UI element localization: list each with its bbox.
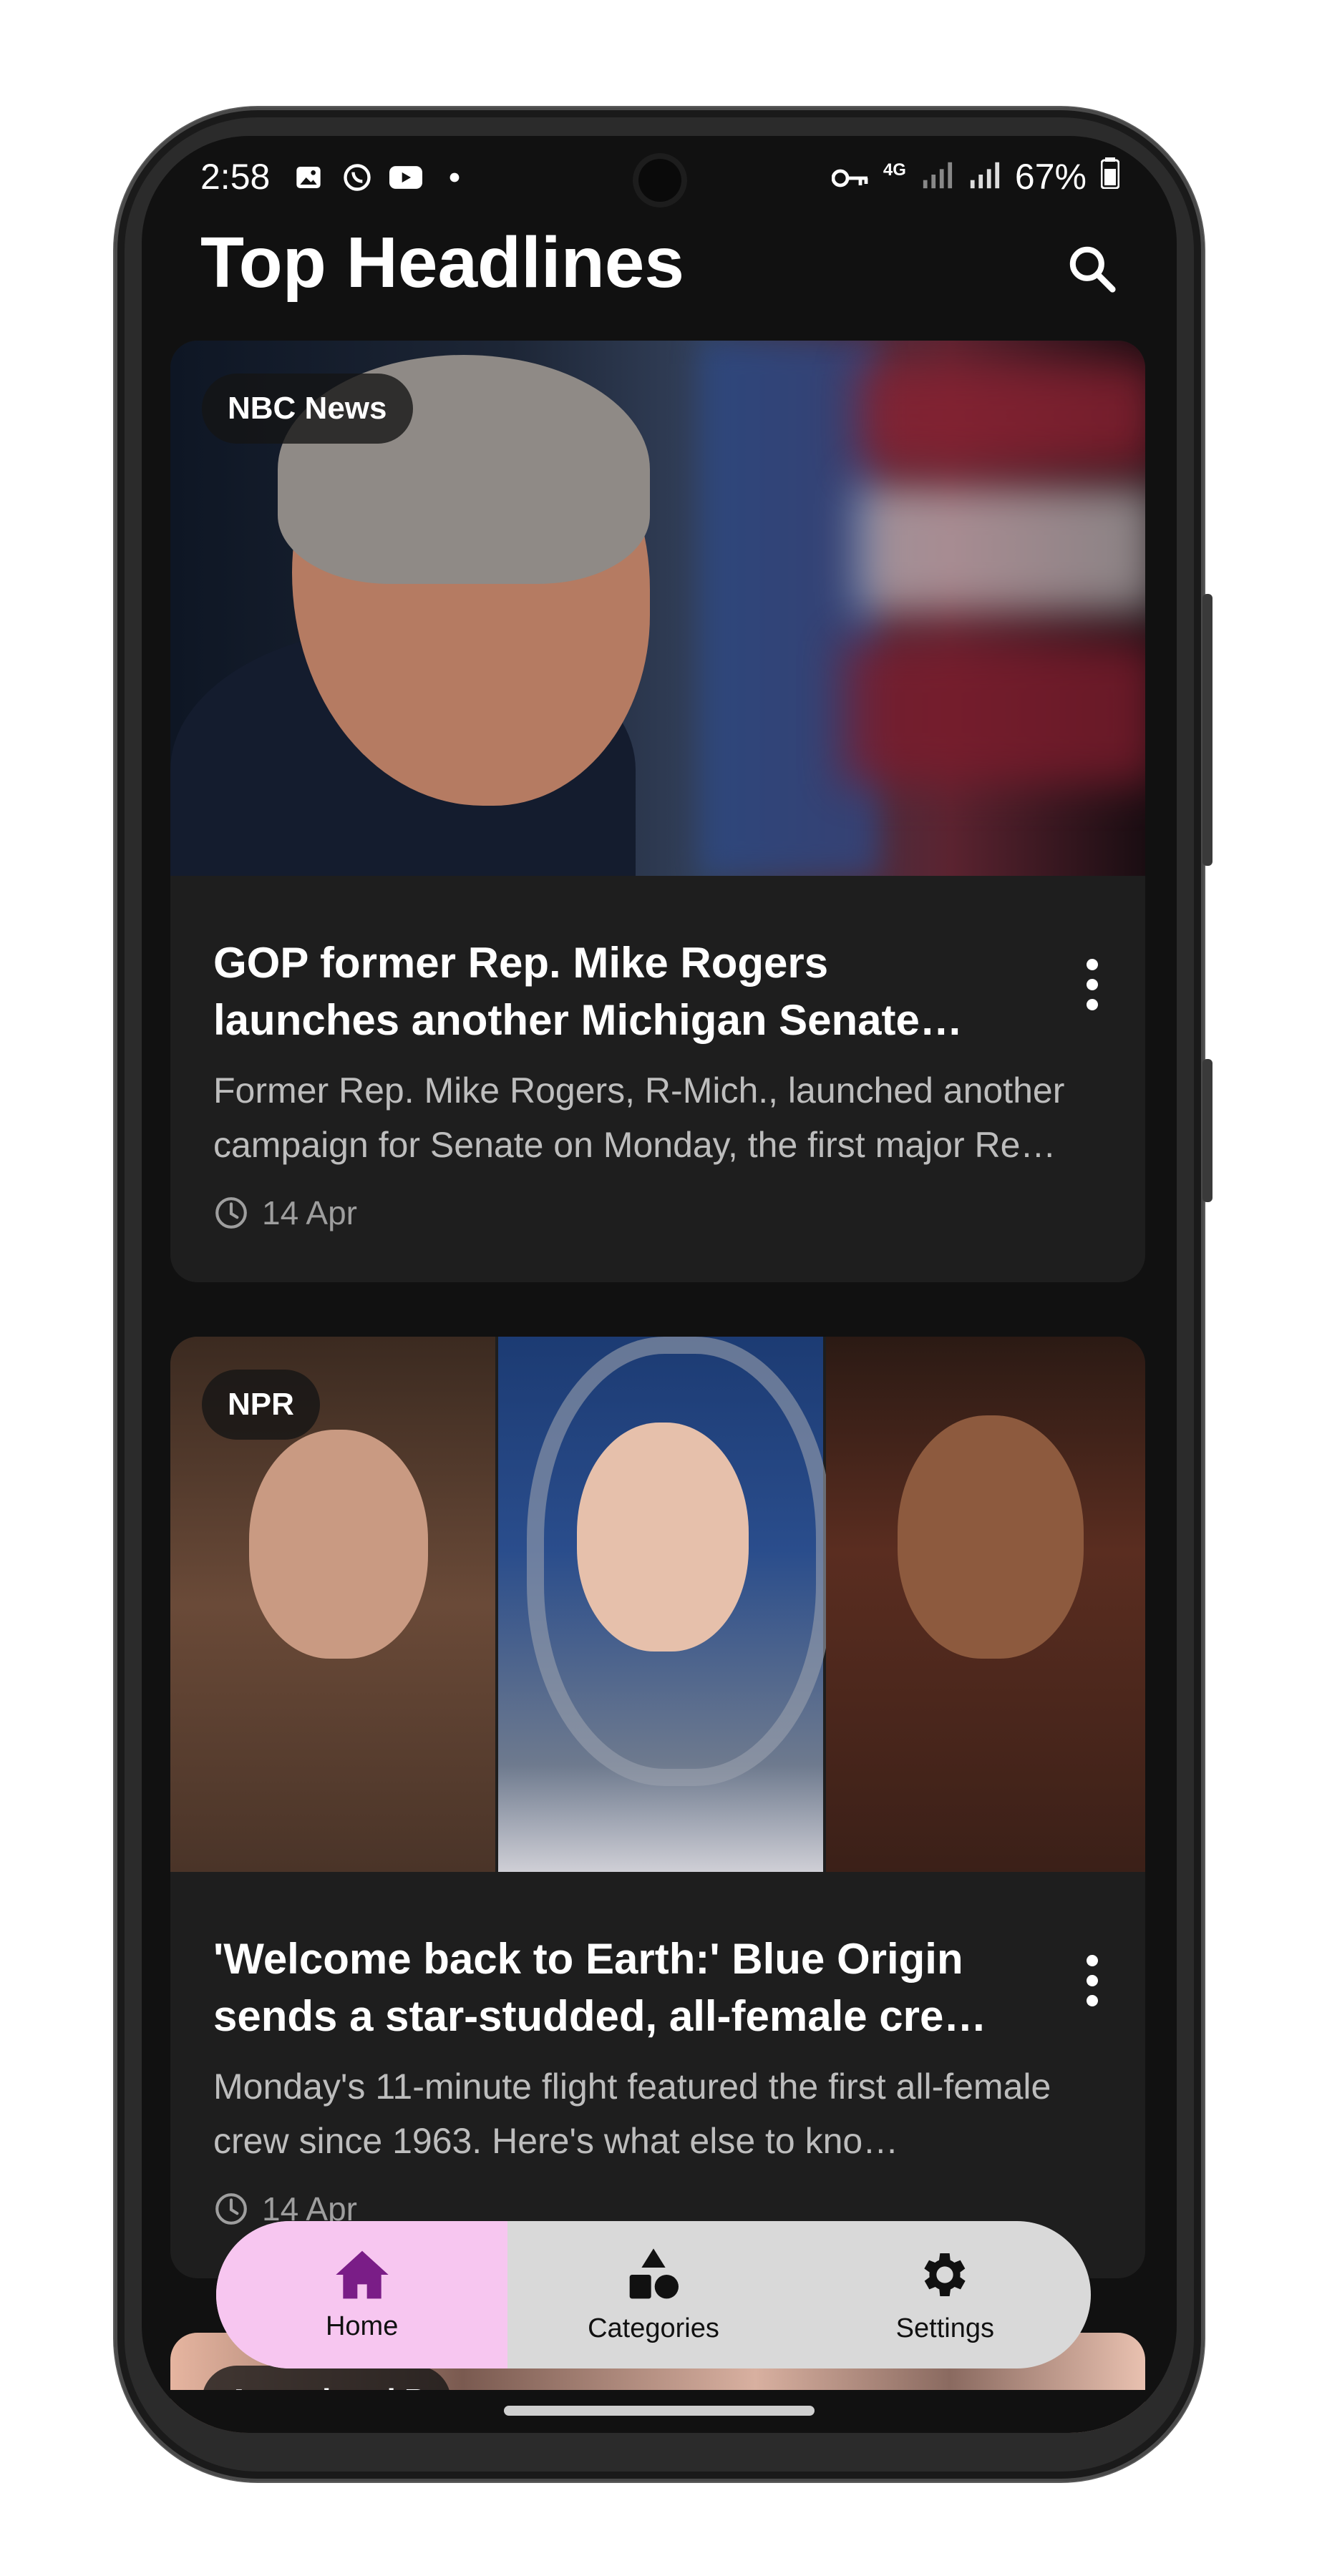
gallery-icon (292, 163, 325, 192)
clock-icon (215, 2193, 247, 2225)
signal-icon (920, 156, 953, 197)
youtube-icon (389, 163, 422, 192)
categories-icon (629, 2248, 679, 2298)
more-options-button[interactable] (1071, 1938, 1114, 2024)
more-options-button[interactable] (1071, 942, 1114, 1028)
article-title[interactable]: GOP former Rep. Mike Rogers launches ano… (213, 935, 1001, 1049)
settings-icon (924, 2253, 966, 2296)
home-icon (335, 2250, 389, 2298)
article-description: Monday's 11-minute flight featured the f… (213, 2067, 1051, 2161)
nav-settings[interactable]: Settings (800, 2221, 1091, 2368)
search-button[interactable] (1052, 229, 1131, 308)
article-image: NPR (170, 1337, 1145, 1872)
whatsapp-icon (341, 163, 374, 192)
article-card[interactable]: NPR 'Welcome back to Earth:' Blue Origin… (170, 1337, 1145, 2278)
clock-icon (215, 1197, 247, 1229)
source-badge: NBC News (202, 374, 413, 444)
search-icon (1069, 246, 1116, 293)
date-text: 14 Apr (262, 1194, 357, 1231)
nav-label: Categories (588, 2313, 719, 2343)
source-badge: NPR (202, 1370, 320, 1440)
bottom-navigation: Home Categories Settings (216, 2221, 1091, 2368)
volume-button (1202, 594, 1212, 866)
article-description: Former Rep. Mike Rogers, R-Mich., launch… (213, 1070, 1065, 1165)
nav-categories[interactable]: Categories (507, 2221, 799, 2368)
vpn-key-icon (831, 156, 869, 197)
battery-icon (1100, 156, 1120, 197)
page-title: Top Headlines (200, 223, 685, 303)
article-date: 14 Apr (213, 1194, 357, 1232)
nav-label: Settings (895, 2313, 994, 2343)
app-screen: 2:58 4G 67% Top Headlines NBC News GOP f… (142, 136, 1177, 2433)
more-vert-icon (1087, 959, 1098, 970)
home-indicator[interactable] (504, 2406, 815, 2416)
article-title[interactable]: 'Welcome back to Earth:' Blue Origin sen… (213, 1931, 1001, 2045)
notification-icons (292, 163, 471, 192)
article-card[interactable]: NBC News GOP former Rep. Mike Rogers lau… (170, 341, 1145, 1282)
status-bar: 2:58 4G 67% (142, 136, 1177, 215)
status-right-icons: 4G 67% (831, 156, 1120, 197)
dot-icon (438, 163, 471, 192)
battery-level: 67% (1014, 157, 1087, 197)
signal-icon-2 (968, 156, 1001, 197)
status-time: 2:58 (200, 157, 271, 197)
nav-label: Home (325, 2311, 399, 2341)
network-type: 4G (883, 160, 906, 180)
nav-home[interactable]: Home (216, 2221, 508, 2368)
power-button (1202, 1059, 1212, 1202)
front-camera (633, 153, 687, 208)
article-image: NBC News (170, 341, 1145, 876)
more-vert-icon (1087, 1955, 1098, 1966)
